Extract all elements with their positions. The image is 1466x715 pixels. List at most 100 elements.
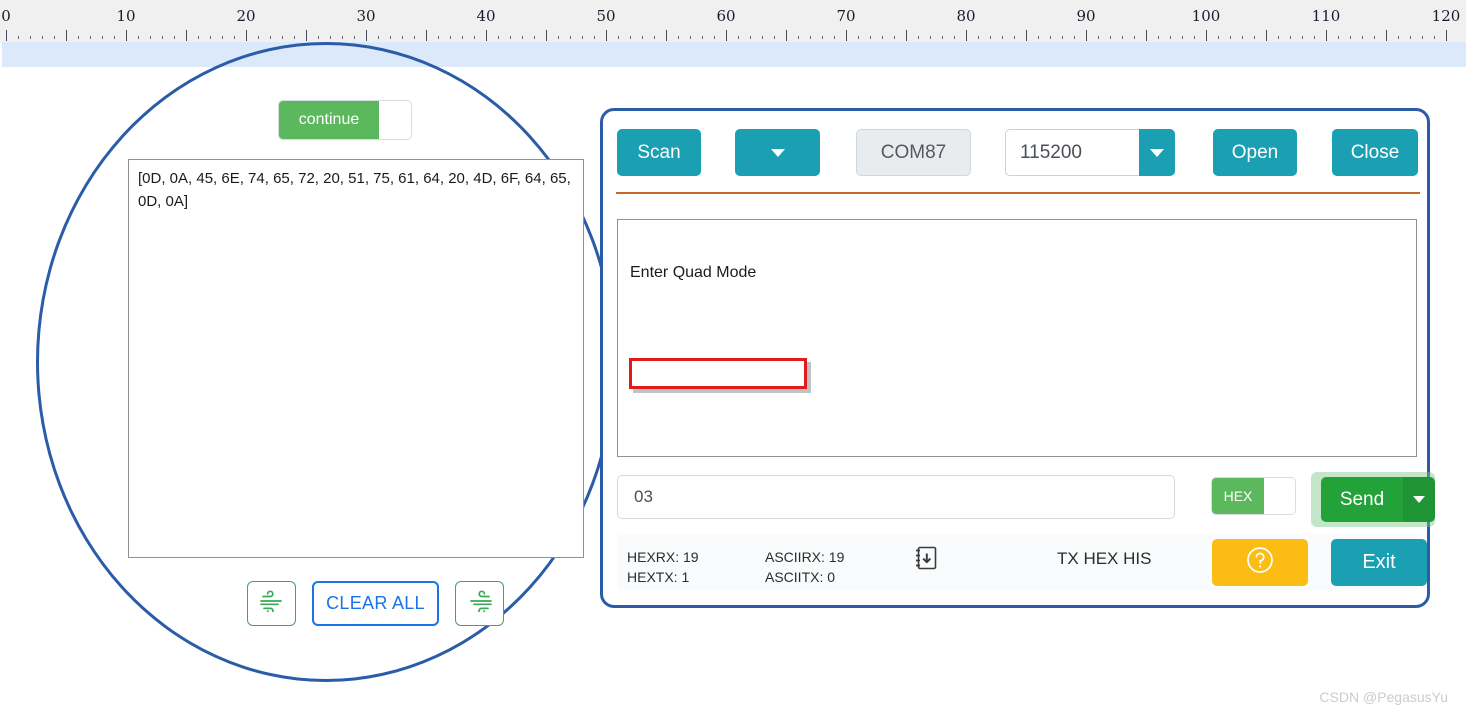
ruler-tick-major <box>726 30 727 41</box>
ruler-tick-major <box>906 30 907 41</box>
exit-button[interactable]: Exit <box>1331 539 1427 586</box>
ruler-tick-minor <box>78 36 79 39</box>
send-input[interactable]: 03 <box>617 475 1175 519</box>
continue-button[interactable]: continue <box>278 100 412 140</box>
asciirx-label: ASCIIRX: <box>765 549 825 565</box>
send-button[interactable]: Send <box>1321 477 1403 522</box>
ruler-tick-minor <box>150 36 151 39</box>
ruler-tick-major <box>486 30 487 41</box>
ruler-tick-minor <box>714 36 715 39</box>
exit-button-label: Exit <box>1362 551 1396 573</box>
ruler-tick-minor <box>1122 36 1123 39</box>
asciirx-stat: ASCIIRX: 19 <box>765 547 844 567</box>
scan-button[interactable]: Scan <box>617 129 701 176</box>
ruler-tick-minor <box>1134 36 1135 39</box>
hextx-value: 1 <box>681 569 690 585</box>
send-button-group[interactable]: Send <box>1321 477 1435 522</box>
ruler-tick-minor <box>930 36 931 39</box>
ruler-tick-minor <box>522 36 523 39</box>
clear-all-button[interactable]: CLEAR ALL <box>312 581 439 626</box>
baudrate-select[interactable]: 115200 <box>1005 129 1175 176</box>
wind-icon <box>467 590 493 617</box>
ruler-tick-minor <box>702 36 703 39</box>
ruler-tick-minor <box>1374 36 1375 39</box>
close-port-button[interactable]: Close <box>1332 129 1418 176</box>
ruler-tick-minor <box>342 36 343 39</box>
ruler-tick-minor <box>30 36 31 39</box>
ruler-tick-major <box>1026 30 1027 41</box>
ruler-tick-major <box>366 30 367 41</box>
ruler-tick-major <box>606 30 607 41</box>
port-select-value: COM87 <box>880 141 947 163</box>
ruler-tick-minor <box>750 36 751 39</box>
hexrx-stat: HEXRX: 19 <box>627 547 699 567</box>
asciitx-value: 0 <box>827 569 836 585</box>
ruler-label: 0 <box>1 7 11 25</box>
ruler-tick-major <box>1146 30 1147 41</box>
ruler-tick-minor <box>258 36 259 39</box>
ruler-tick-minor <box>234 36 235 39</box>
ruler-tick-minor <box>294 36 295 39</box>
ruler-tick-minor <box>1194 36 1195 39</box>
scan-button-label: Scan <box>637 141 681 163</box>
ruler-tick-minor <box>558 36 559 39</box>
ruler-tick-minor <box>942 36 943 39</box>
serial-tool-panel: Scan COM87 115200 Open Close Enter Quad … <box>600 108 1435 608</box>
ruler-label: 90 <box>1076 7 1096 25</box>
baudrate-dropdown-button[interactable] <box>1139 129 1175 176</box>
ruler-tick-minor <box>102 36 103 39</box>
ruler-label: 120 <box>1431 7 1461 25</box>
open-button-label: Open <box>1231 141 1279 163</box>
save-log-button[interactable] <box>914 545 938 576</box>
ruler-tick-minor <box>510 36 511 39</box>
ruler-band-edge <box>0 42 2 67</box>
ruler-tick-minor <box>450 36 451 39</box>
ruler-tick-major <box>306 30 307 41</box>
ruler-tick-major <box>186 30 187 41</box>
clear-tx-button[interactable] <box>455 581 504 626</box>
receive-text-line: Enter Quad Mode <box>626 262 761 284</box>
clear-rx-button[interactable] <box>247 581 296 626</box>
open-port-button[interactable]: Open <box>1213 129 1297 176</box>
ruler-tick-minor <box>570 36 571 39</box>
ruler-tick-major <box>126 30 127 41</box>
ruler-tick-minor <box>798 36 799 39</box>
scan-dropdown-button[interactable] <box>735 129 820 176</box>
screenshot-root: 0 10 20 30 40 50 60 70 80 90 100 110 120 continue [0… <box>0 0 1466 715</box>
ruler-tick-minor <box>1002 36 1003 39</box>
ruler-tick-minor <box>918 36 919 39</box>
chevron-down-icon <box>1150 148 1164 157</box>
ruler-tick-minor <box>1062 36 1063 39</box>
ruler-tick-minor <box>990 36 991 39</box>
ruler-tick-minor <box>138 36 139 39</box>
tx-hex-history-label[interactable]: TX HEX HIS <box>1057 549 1151 569</box>
ruler-tick-major <box>966 30 967 41</box>
ruler-tick-minor <box>1314 36 1315 39</box>
ruler-tick-minor <box>690 36 691 39</box>
hex-mode-toggle[interactable]: HEX <box>1211 477 1296 515</box>
help-button[interactable] <box>1212 539 1308 586</box>
ruler-tick-major <box>1266 30 1267 41</box>
hex-data-display[interactable]: [0D, 0A, 45, 6E, 74, 65, 72, 20, 51, 75,… <box>128 159 584 558</box>
ruler-tick-minor <box>1098 36 1099 39</box>
ruler-tick-minor <box>1362 36 1363 39</box>
ruler-label: 40 <box>476 7 496 25</box>
ruler-tick-major <box>426 30 427 41</box>
ruler-tick-minor <box>810 36 811 39</box>
ruler-tick-minor <box>882 36 883 39</box>
send-dropdown-button[interactable] <box>1403 477 1435 522</box>
ruler-label: 30 <box>356 7 376 25</box>
ruler-label: 80 <box>956 7 976 25</box>
receive-textarea[interactable]: Enter Quad Mode <box>617 219 1417 457</box>
horizontal-ruler[interactable]: 0 10 20 30 40 50 60 70 80 90 100 110 120 <box>0 0 1466 42</box>
ruler-tick-minor <box>1038 36 1039 39</box>
port-select[interactable]: COM87 <box>856 129 971 176</box>
ruler-tick-major <box>6 30 7 41</box>
receive-text-annotation-box <box>629 358 807 389</box>
ruler-tick-minor <box>954 36 955 39</box>
ruler-tick-major <box>1326 30 1327 41</box>
status-bar: HEXRX: 19 HEXTX: 1 ASCIIRX: 19 ASCIITX: … <box>617 535 1427 591</box>
ruler-tick-major <box>546 30 547 41</box>
ruler-tick-major <box>786 30 787 41</box>
ruler-tick-minor <box>1278 36 1279 39</box>
